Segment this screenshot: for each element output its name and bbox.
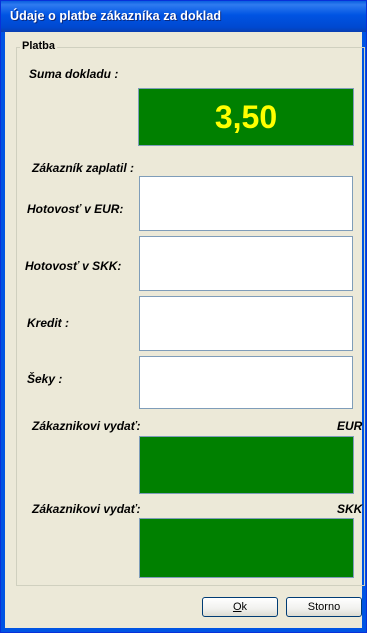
window-frame-bottom bbox=[1, 628, 366, 632]
change-skk-label: Zákaznikovi vydať: bbox=[32, 502, 141, 516]
change-skk-currency: SKK bbox=[337, 502, 363, 516]
change-eur-display bbox=[139, 436, 354, 494]
credit-label: Kredit : bbox=[27, 316, 69, 330]
change-skk-display bbox=[139, 518, 354, 578]
checks-input[interactable] bbox=[139, 356, 353, 409]
credit-input[interactable] bbox=[139, 296, 353, 351]
change-eur-label: Zákaznikovi vydať: bbox=[32, 419, 141, 433]
cash-skk-label: Hotovosť v SKK: bbox=[25, 259, 122, 273]
payment-group-label: Platba bbox=[20, 40, 58, 52]
total-display: 3,50 bbox=[138, 88, 354, 146]
cash-eur-input[interactable] bbox=[139, 176, 353, 231]
total-label: Suma dokladu : bbox=[29, 67, 119, 81]
window-title: Údaje o platbe zákazníka za doklad bbox=[10, 9, 222, 23]
title-bar[interactable]: Údaje o platbe zákazníka za doklad bbox=[1, 1, 366, 32]
ok-button[interactable]: Ok bbox=[202, 597, 278, 617]
cancel-button[interactable]: Storno bbox=[286, 597, 362, 617]
change-skk-value bbox=[140, 519, 353, 577]
ok-label-rest: k bbox=[241, 601, 248, 613]
cash-skk-input[interactable] bbox=[139, 236, 353, 291]
window-frame-left bbox=[1, 32, 5, 632]
change-eur-currency: EUR bbox=[337, 419, 363, 433]
cash-eur-label: Hotovosť v EUR: bbox=[27, 202, 124, 216]
total-value: 3,50 bbox=[214, 98, 278, 135]
cancel-label: Storno bbox=[307, 601, 341, 613]
ok-mnemonic: O bbox=[232, 601, 242, 613]
paid-label: Zákazník zaplatil : bbox=[32, 161, 135, 175]
checks-label: Šeky : bbox=[27, 372, 63, 386]
change-eur-value bbox=[140, 437, 353, 493]
